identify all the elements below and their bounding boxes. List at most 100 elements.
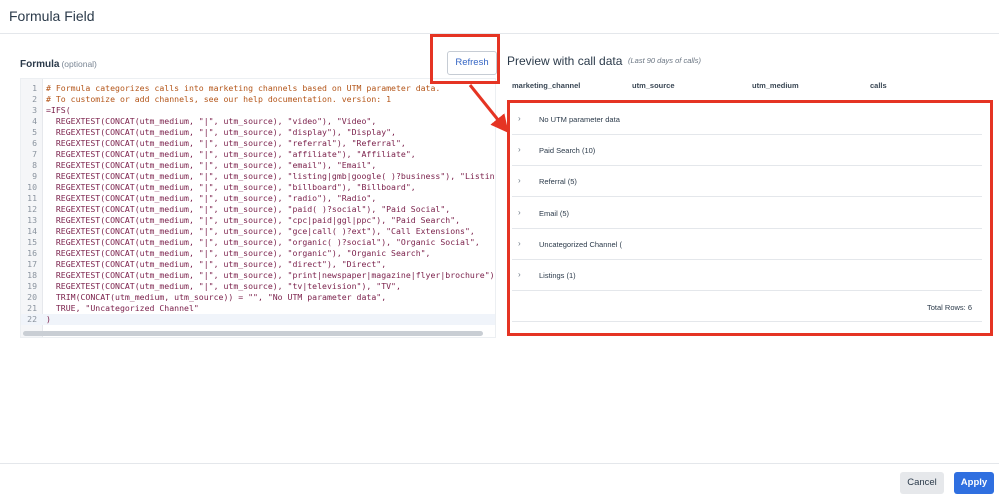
preview-total-row xyxy=(512,291,982,322)
code-text: REGEXTEST(CONCAT(utm_medium, "|", utm_so… xyxy=(46,149,416,159)
line-number: 20 xyxy=(27,292,37,302)
row-label: Uncategorized Channel ( xyxy=(539,240,622,249)
dialog-header: Formula Field xyxy=(0,0,999,34)
code-text: REGEXTEST(CONCAT(utm_medium, "|", utm_so… xyxy=(46,259,387,269)
code-line[interactable]: 17 REGEXTEST(CONCAT(utm_medium, "|", utm… xyxy=(21,259,495,270)
code-text: REGEXTEST(CONCAT(utm_medium, "|", utm_so… xyxy=(46,215,461,225)
code-line[interactable]: 9 REGEXTEST(CONCAT(utm_medium, "|", utm_… xyxy=(21,171,496,182)
refresh-button[interactable]: Refresh xyxy=(447,51,497,75)
chevron-right-icon: › xyxy=(518,145,521,154)
formula-optional-note: (optional) xyxy=(61,59,97,69)
apply-button[interactable]: Apply xyxy=(954,472,994,494)
code-line[interactable]: 22) xyxy=(21,314,495,325)
dialog-footer xyxy=(0,463,999,500)
code-text: REGEXTEST(CONCAT(utm_medium, "|", utm_so… xyxy=(46,127,396,137)
column-header-utm-medium: utm_medium xyxy=(752,81,799,90)
code-text: REGEXTEST(CONCAT(utm_medium, "|", utm_so… xyxy=(46,204,451,214)
editor-horizontal-scrollbar[interactable] xyxy=(23,331,483,336)
code-line[interactable]: 8 REGEXTEST(CONCAT(utm_medium, "|", utm_… xyxy=(21,160,495,171)
code-text: ) xyxy=(46,314,51,324)
code-line[interactable]: 21 TRUE, "Uncategorized Channel" xyxy=(21,303,495,314)
chevron-right-icon: › xyxy=(518,208,521,217)
chevron-right-icon: › xyxy=(518,176,521,185)
row-label: Email (5) xyxy=(539,209,570,218)
column-header-calls: calls xyxy=(870,81,887,90)
code-line[interactable]: 7 REGEXTEST(CONCAT(utm_medium, "|", utm_… xyxy=(21,149,495,160)
chevron-right-icon: › xyxy=(518,239,521,248)
code-text: REGEXTEST(CONCAT(utm_medium, "|", utm_so… xyxy=(46,270,496,280)
code-line[interactable]: 20 TRIM(CONCAT(utm_medium, utm_source)) … xyxy=(21,292,495,303)
code-line[interactable]: 10 REGEXTEST(CONCAT(utm_medium, "|", utm… xyxy=(21,182,495,193)
code-line[interactable]: 18 REGEXTEST(CONCAT(utm_medium, "|", utm… xyxy=(21,270,496,281)
dialog-title: Formula Field xyxy=(9,8,95,24)
column-header-utm-source: utm_source xyxy=(632,81,675,90)
line-number: 12 xyxy=(27,204,37,214)
preview-row[interactable]: › Paid Search (10) xyxy=(512,135,982,166)
code-line[interactable]: 16 REGEXTEST(CONCAT(utm_medium, "|", utm… xyxy=(21,248,495,259)
chevron-right-icon: › xyxy=(518,270,521,279)
code-line[interactable]: 12 REGEXTEST(CONCAT(utm_medium, "|", utm… xyxy=(21,204,495,215)
code-line[interactable]: 1 # Formula categorizes calls into market… xyxy=(21,83,495,94)
line-number: 22 xyxy=(27,314,37,324)
preview-title: Preview with call data xyxy=(507,54,623,68)
code-text: REGEXTEST(CONCAT(utm_medium, "|", utm_so… xyxy=(46,160,377,170)
line-number: 2 xyxy=(32,94,37,104)
row-label: No UTM parameter data xyxy=(539,115,620,124)
code-text: REGEXTEST(CONCAT(utm_medium, "|", utm_so… xyxy=(46,193,377,203)
line-number: 6 xyxy=(32,138,37,148)
line-number: 15 xyxy=(27,237,37,247)
code-text: REGEXTEST(CONCAT(utm_medium, "|", utm_so… xyxy=(46,237,480,247)
line-number: 9 xyxy=(32,171,37,181)
code-text: TRIM(CONCAT(utm_medium, utm_source)) = "… xyxy=(46,292,387,302)
line-number: 8 xyxy=(32,160,37,170)
code-text: REGEXTEST(CONCAT(utm_medium, "|", utm_so… xyxy=(46,226,475,236)
line-number: 13 xyxy=(27,215,37,225)
line-number: 4 xyxy=(32,116,37,126)
code-text: REGEXTEST(CONCAT(utm_medium, "|", utm_so… xyxy=(46,171,496,181)
line-number: 17 xyxy=(27,259,37,269)
code-text: REGEXTEST(CONCAT(utm_medium, "|", utm_so… xyxy=(46,281,401,291)
code-text: TRUE, "Uncategorized Channel" xyxy=(46,303,199,313)
preview-subtitle: (Last 90 days of calls) xyxy=(628,56,701,65)
total-rows: Total Rows: 6 xyxy=(927,303,973,312)
formula-editor[interactable]: 1 # Formula categorizes calls into market… xyxy=(20,78,496,338)
line-number: 3 xyxy=(32,105,37,115)
code-line[interactable]: 4 REGEXTEST(CONCAT(utm_medium, "|", utm_… xyxy=(21,116,495,127)
row-label: Listings (1) xyxy=(539,271,576,280)
code-line[interactable]: 6 REGEXTEST(CONCAT(utm_medium, "|", utm_… xyxy=(21,138,495,149)
line-number: 14 xyxy=(27,226,37,236)
line-number: 19 xyxy=(27,281,37,291)
column-header-marketing-channel: marketing_channel xyxy=(512,81,581,90)
line-number: 1 xyxy=(32,83,37,93)
preview-row[interactable]: › Referral (5) xyxy=(512,166,982,197)
formula-field-dialog: Formula Field Formula (optional) 1 # Formu… xyxy=(0,0,999,500)
line-number: 11 xyxy=(27,193,37,203)
code-text: # Formula categorizes calls into marketi… xyxy=(46,83,441,93)
cancel-button[interactable]: Cancel xyxy=(900,472,944,494)
preview-row[interactable]: › Uncategorized Channel ( xyxy=(512,229,982,260)
code-line[interactable]: 19 REGEXTEST(CONCAT(utm_medium, "|", utm… xyxy=(21,281,495,292)
line-number: 16 xyxy=(27,248,37,258)
preview-row[interactable]: › Email (5) xyxy=(512,198,982,229)
code-line[interactable]: 3 =IFS( xyxy=(21,105,495,116)
code-text: =IFS( xyxy=(46,105,71,115)
code-line[interactable]: 15 REGEXTEST(CONCAT(utm_medium, "|", utm… xyxy=(21,237,495,248)
row-label: Referral (5) xyxy=(539,177,577,186)
code-text: REGEXTEST(CONCAT(utm_medium, "|", utm_so… xyxy=(46,116,377,126)
line-number: 18 xyxy=(27,270,37,280)
code-text: REGEXTEST(CONCAT(utm_medium, "|", utm_so… xyxy=(46,138,406,148)
preview-row[interactable]: › Listings (1) xyxy=(512,260,982,291)
line-number: 10 xyxy=(27,182,37,192)
code-text: REGEXTEST(CONCAT(utm_medium, "|", utm_so… xyxy=(46,182,416,192)
formula-label-text: Formula xyxy=(20,59,60,70)
code-line[interactable]: 2 # To customize or add channels, see our… xyxy=(21,94,495,105)
code-line[interactable]: 11 REGEXTEST(CONCAT(utm_medium, "|", utm… xyxy=(21,193,495,204)
code-line[interactable]: 14 REGEXTEST(CONCAT(utm_medium, "|", utm… xyxy=(21,226,495,237)
code-line[interactable]: 5 REGEXTEST(CONCAT(utm_medium, "|", utm_… xyxy=(21,127,495,138)
code-line[interactable]: 13 REGEXTEST(CONCAT(utm_medium, "|", utm… xyxy=(21,215,495,226)
preview-row[interactable]: › No UTM parameter data xyxy=(512,104,982,135)
line-number: 5 xyxy=(32,127,37,137)
chevron-right-icon: › xyxy=(518,114,521,123)
code-text: REGEXTEST(CONCAT(utm_medium, "|", utm_so… xyxy=(46,248,431,258)
line-number: 21 xyxy=(27,303,37,313)
